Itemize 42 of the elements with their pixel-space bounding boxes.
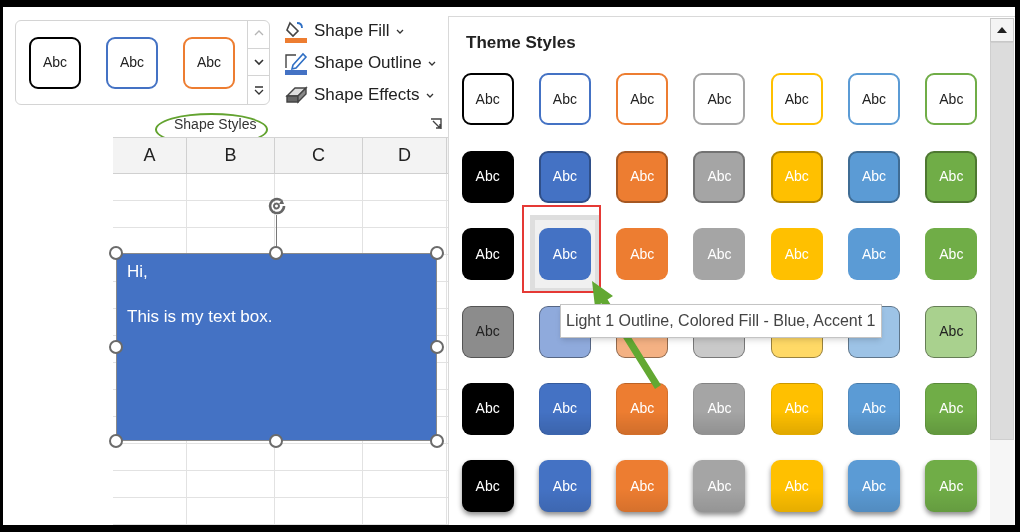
style-swatch: Abc: [616, 73, 669, 126]
style-swatch: Abc: [848, 150, 901, 203]
text-line: This is my text box.: [127, 306, 274, 328]
style-swatch: Abc: [770, 382, 823, 435]
style-swatch: Abc: [616, 228, 669, 281]
panel-title: Theme Styles: [466, 33, 576, 52]
style-swatch: Abc: [461, 150, 514, 203]
style-swatch: Abc: [461, 228, 514, 281]
style-swatch: Abc: [770, 460, 823, 513]
style-swatch: Abc: [693, 150, 746, 203]
style-swatch: Abc: [616, 460, 669, 513]
group-label: Shape Styles: [174, 114, 257, 134]
style-swatch: Abc: [538, 150, 591, 203]
style-swatch: Abc: [693, 228, 746, 281]
style-swatch: Abc: [693, 382, 746, 435]
style-swatch: Abc: [848, 460, 901, 513]
style-swatch: Abc: [461, 460, 514, 513]
style-swatch: Abc: [616, 150, 669, 203]
style-swatch: Abc: [925, 460, 978, 513]
style-swatch: Abc: [925, 73, 978, 126]
style-swatch: Abc: [925, 305, 978, 358]
style-swatch: Abc: [461, 73, 514, 126]
style-swatch: Abc: [770, 150, 823, 203]
style-swatch: Abc: [693, 460, 746, 513]
style-swatch: Abc: [770, 228, 823, 281]
style-swatch: Abc: [925, 382, 978, 435]
style-swatch: Abc: [461, 305, 514, 358]
style-swatch: Abc: [770, 73, 823, 126]
style-swatch: Abc: [538, 460, 591, 513]
style-swatch: Abc: [538, 382, 591, 435]
style-swatch: Abc: [538, 228, 591, 281]
style-swatch: Abc: [616, 382, 669, 435]
style-swatch: Abc: [848, 228, 901, 281]
style-swatch: Abc: [925, 228, 978, 281]
style-swatch: Abc: [848, 382, 901, 435]
style-swatch: Abc: [461, 382, 514, 435]
style-swatch: Abc: [538, 73, 591, 126]
tooltip: Light 1 Outline, Colored Fill - Blue, Accent 1: [560, 304, 882, 338]
style-swatch: Abc: [693, 73, 746, 126]
text-line: Hi,: [127, 261, 149, 283]
style-swatch: Abc: [925, 150, 978, 203]
style-swatch: Abc: [848, 73, 901, 126]
